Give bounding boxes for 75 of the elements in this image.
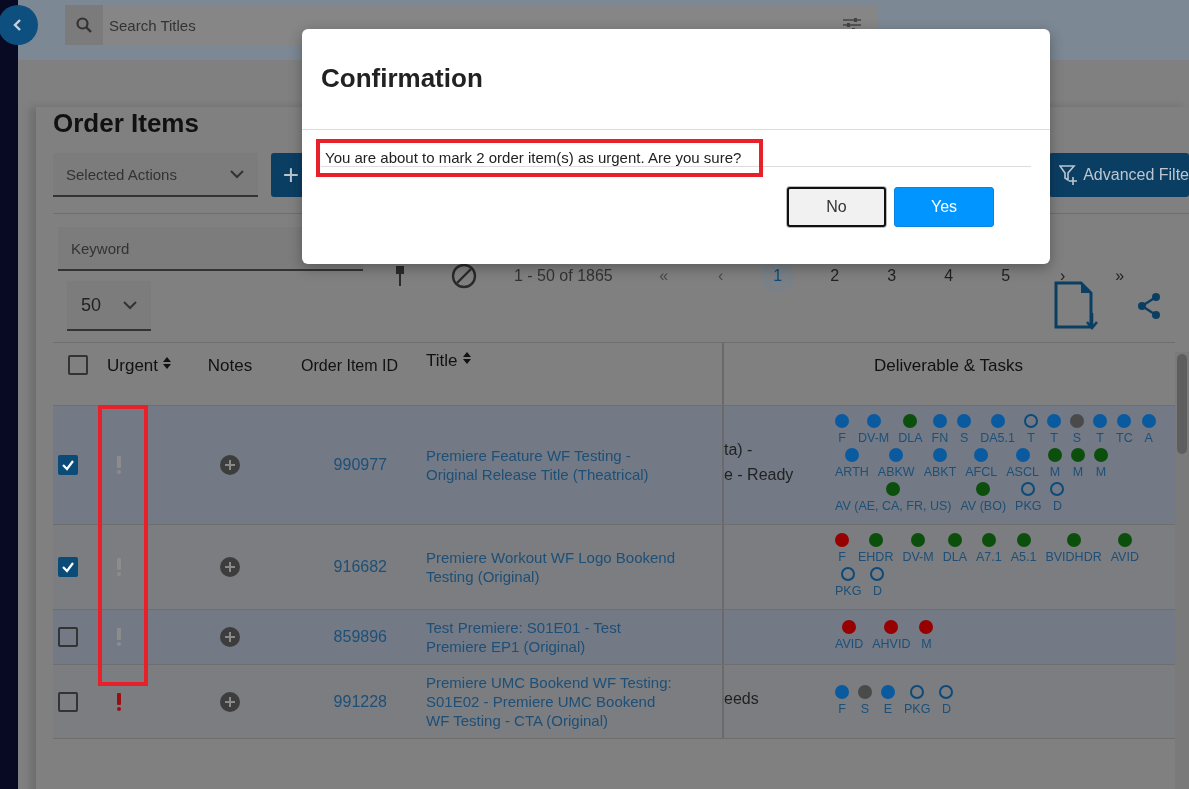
- page-size-dropdown[interactable]: 50: [67, 281, 151, 331]
- cell-text: e - Ready: [724, 465, 794, 485]
- last-page-button[interactable]: »: [1102, 259, 1137, 293]
- deliverable-chip[interactable]: A7.1: [976, 533, 1002, 565]
- confirmation-message: You are about to mark 2 order item(s) as urgent. Are you sure?: [316, 139, 764, 177]
- deliverable-chip[interactable]: S: [858, 684, 872, 717]
- column-header: Notes: [207, 356, 253, 376]
- deliverable-chip[interactable]: DA5.1: [980, 414, 1015, 446]
- deliverable-chip[interactable]: ABKT: [923, 448, 957, 480]
- deliverable-chip[interactable]: M: [1047, 448, 1062, 480]
- deliverable-chip[interactable]: EHDR: [858, 533, 894, 565]
- page-button[interactable]: 2: [817, 259, 852, 293]
- column-header: Deliverable & Tasks: [874, 356, 1023, 376]
- deliverable-chip[interactable]: A5.1: [1010, 533, 1037, 565]
- deliverable-chip[interactable]: DV-M: [902, 533, 934, 565]
- cell-text: eeds: [724, 689, 759, 709]
- title-link[interactable]: Premiere Workout WF Logo Bookend Testing (Original): [426, 548, 682, 586]
- deliverable-chip[interactable]: M: [919, 620, 934, 652]
- deliverable-chip[interactable]: F: [835, 684, 849, 717]
- deliverable-chip[interactable]: DV-M: [858, 414, 890, 446]
- first-page-button[interactable]: «: [646, 259, 681, 293]
- column-header[interactable]: Urgent: [107, 356, 159, 376]
- title-link[interactable]: Premiere Feature WF Testing - Original Release Title (Theatrical): [426, 446, 682, 484]
- cell-text: ta) -: [724, 440, 753, 460]
- deliverable-chip[interactable]: PKG: [1015, 482, 1042, 514]
- deliverable-chip[interactable]: ARTH: [835, 448, 869, 480]
- page-title: Order Items: [53, 107, 199, 139]
- order-item-id[interactable]: 916682: [333, 558, 387, 576]
- deliverable-chip[interactable]: D: [939, 684, 954, 717]
- deliverable-chip[interactable]: ASCL: [1006, 448, 1039, 480]
- page-button[interactable]: 4: [931, 259, 966, 293]
- deliverable-chip[interactable]: AV (AE, CA, FR, US): [835, 482, 952, 514]
- page-button[interactable]: 5: [988, 259, 1023, 293]
- order-item-id[interactable]: 990977: [333, 456, 387, 474]
- deliverable-chip[interactable]: FN: [931, 414, 949, 446]
- cancel-button[interactable]: No: [787, 187, 886, 227]
- deliverable-chip[interactable]: F: [835, 533, 849, 565]
- previous-page-button[interactable]: ‹: [703, 259, 738, 293]
- deliverable-chip[interactable]: AFCL: [965, 448, 998, 480]
- deliverable-chip[interactable]: AHVID: [872, 620, 911, 652]
- deliverable-chip[interactable]: M: [1070, 448, 1085, 480]
- page-button[interactable]: 3: [874, 259, 909, 293]
- deliverable-chip[interactable]: DLA: [898, 414, 923, 446]
- deliverable-chip[interactable]: S: [1070, 414, 1084, 446]
- deliverable-chip[interactable]: T: [1024, 414, 1038, 446]
- advanced-filter-button[interactable]: Advanced Filte: [1049, 153, 1189, 197]
- dialog-title: Confirmation: [302, 29, 1050, 130]
- deliverable-chip[interactable]: T: [1047, 414, 1061, 446]
- order-item-id[interactable]: 859896: [333, 628, 387, 646]
- deliverable-chip[interactable]: D: [870, 567, 885, 599]
- deliverable-chip[interactable]: AVID: [1110, 533, 1139, 565]
- confirm-button[interactable]: Yes: [894, 187, 994, 227]
- deliverable-chip[interactable]: ABKW: [877, 448, 915, 480]
- deliverable-chip[interactable]: F: [835, 414, 849, 446]
- title-link[interactable]: Premiere UMC Bookend WF Testing: S01E02 - Premiere UMC Bookend WF Testing - CTA (Original): [426, 673, 682, 730]
- deliverable-chip[interactable]: BVIDHDR: [1045, 533, 1102, 565]
- order-item-id[interactable]: 991228: [333, 692, 387, 711]
- actions-dropdown[interactable]: Selected Actions: [53, 153, 258, 197]
- deliverable-chip[interactable]: S: [957, 414, 972, 446]
- deliverable-chip[interactable]: T: [1093, 414, 1107, 446]
- deliverable-chip[interactable]: D: [1050, 482, 1065, 514]
- deliverable-chip[interactable]: E: [881, 684, 895, 717]
- deliverable-chip[interactable]: AVID: [835, 620, 864, 652]
- deliverable-chip[interactable]: M: [1093, 448, 1108, 480]
- next-page-button[interactable]: ›: [1045, 259, 1080, 293]
- deliverable-chip[interactable]: PKG: [904, 684, 931, 717]
- deliverable-chip[interactable]: AV (BO): [960, 482, 1007, 514]
- column-header: Order Item ID: [301, 356, 398, 376]
- deliverable-chip[interactable]: TC: [1116, 414, 1133, 446]
- column-header[interactable]: Title: [426, 351, 458, 370]
- deliverable-chip[interactable]: A: [1141, 414, 1156, 446]
- title-link[interactable]: Test Premiere: S01E01 - Test Premiere EP1 (Original): [426, 618, 682, 656]
- deliverable-chip[interactable]: DLA: [942, 533, 967, 565]
- range-text: 1 - 50 of 1865: [514, 267, 613, 285]
- deliverable-chip[interactable]: PKG: [835, 567, 862, 599]
